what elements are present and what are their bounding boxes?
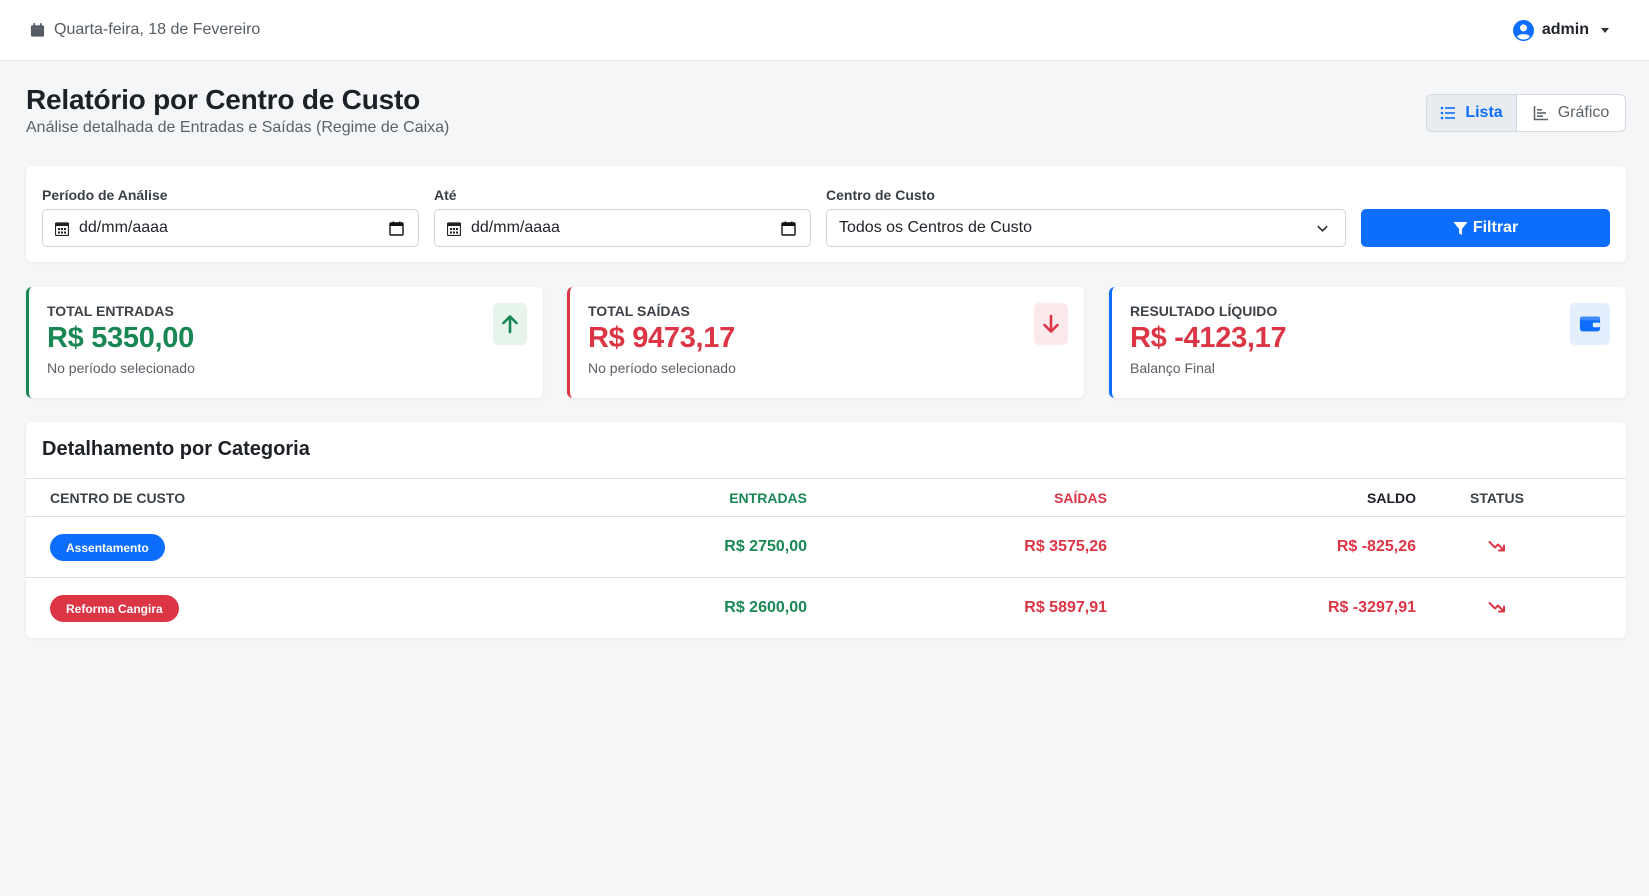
- chart-view-button[interactable]: Gráfico: [1517, 95, 1625, 131]
- stat-note: Balanço Final: [1130, 360, 1215, 376]
- username: admin: [1541, 21, 1589, 38]
- cost-center-select[interactable]: Todos os Centros de Custo: [826, 209, 1346, 247]
- view-toggle: Lista Gráfico: [1426, 94, 1626, 132]
- trend-down-icon: [1488, 539, 1506, 555]
- table-row: Assentamento R$ 2750,00 R$ 3575,26 R$ -8…: [26, 517, 1626, 578]
- stat-value: R$ -4123,17: [1130, 322, 1287, 354]
- page-title: Relatório por Centro de Custo: [26, 84, 420, 115]
- list-view-label: Lista: [1465, 104, 1503, 121]
- filter-button-label: Filtrar: [1472, 219, 1519, 236]
- top-navbar: Quarta-feira, 18 de Fevereiro admin: [0, 0, 1649, 61]
- arrow-up-icon: [493, 303, 527, 345]
- date-picker-icon[interactable]: [389, 221, 404, 236]
- cost-center-label: Centro de Custo: [826, 187, 935, 203]
- stat-card-saidas: Total Saídas R$ 9473,17 No período selec…: [567, 287, 1084, 398]
- chevron-down-icon: [1317, 225, 1328, 232]
- stat-label: Resultado Líquido: [1130, 303, 1278, 319]
- table-row: Reforma Cangira R$ 2600,00 R$ 5897,91 R$…: [26, 578, 1626, 638]
- calendar-icon: [447, 221, 461, 236]
- cost-center-badge: Reforma Cangira: [50, 595, 179, 622]
- filter-button[interactable]: Filtrar: [1361, 209, 1610, 247]
- page-subtitle: Análise detalhada de Entradas e Saídas (…: [26, 119, 450, 136]
- cost-center-badge: Assentamento: [50, 534, 165, 561]
- stat-card-resultado: Resultado Líquido R$ -4123,17 Balanço Fi…: [1109, 287, 1626, 398]
- period-start-value: dd/mm/aaaa: [79, 219, 168, 236]
- cell-entradas: R$ 2600,00: [724, 599, 807, 616]
- table-header: CENTRO DE CUSTO ENTRADAS SAÍDAS SALDO ST…: [26, 479, 1626, 517]
- stat-label: Total Entradas: [47, 303, 174, 319]
- chevron-down-icon: [1601, 27, 1609, 33]
- until-label: Até: [434, 187, 457, 203]
- chart-view-label: Gráfico: [1557, 104, 1610, 121]
- cell-saldo: R$ -825,26: [1336, 538, 1416, 555]
- list-icon: [1441, 106, 1456, 120]
- current-date: Quarta-feira, 18 de Fevereiro: [30, 21, 260, 39]
- stat-label: Total Saídas: [588, 303, 690, 319]
- col-header-entradas: ENTRADAS: [729, 490, 807, 506]
- col-header-saldo: SALDO: [1367, 490, 1416, 506]
- col-header-cost-center: CENTRO DE CUSTO: [50, 490, 186, 506]
- period-end-input[interactable]: dd/mm/aaaa: [434, 209, 811, 247]
- col-header-saidas: SAÍDAS: [1054, 490, 1107, 506]
- page-header: Relatório por Centro de Custo Análise de…: [26, 84, 449, 137]
- category-table-card: Detalhamento por Categoria CENTRO DE CUS…: [26, 422, 1626, 638]
- cell-saidas: R$ 5897,91: [1024, 599, 1107, 616]
- stat-note: No período selecionado: [47, 360, 195, 376]
- current-date-text: Quarta-feira, 18 de Fevereiro: [54, 21, 261, 38]
- period-start-input[interactable]: dd/mm/aaaa: [42, 209, 419, 247]
- calendar-icon: [55, 221, 69, 236]
- arrow-down-icon: [1034, 303, 1068, 345]
- stat-value: R$ 5350,00: [47, 322, 194, 354]
- filter-icon: [1453, 221, 1468, 235]
- date-picker-icon[interactable]: [781, 221, 796, 236]
- filter-card: Período de Análise dd/mm/aaaa Até dd/mm/…: [26, 166, 1626, 262]
- cell-entradas: R$ 2750,00: [724, 538, 807, 555]
- stat-card-entradas: Total Entradas R$ 5350,00 No período sel…: [26, 287, 543, 398]
- wallet-icon: [1570, 303, 1610, 345]
- bar-chart-icon: [1533, 106, 1548, 121]
- period-end-value: dd/mm/aaaa: [471, 219, 560, 236]
- user-circle-icon: [1512, 19, 1534, 41]
- stat-note: No período selecionado: [588, 360, 736, 376]
- user-menu[interactable]: admin: [1512, 19, 1609, 41]
- stat-value: R$ 9473,17: [588, 322, 735, 354]
- cost-center-selected: Todos os Centros de Custo: [839, 219, 1032, 236]
- trend-down-icon: [1488, 600, 1506, 616]
- cell-saidas: R$ 3575,26: [1024, 538, 1107, 555]
- col-header-status: STATUS: [1470, 490, 1524, 506]
- calendar-icon: [30, 22, 45, 37]
- table-title: Detalhamento por Categoria: [26, 422, 1626, 479]
- period-label: Período de Análise: [42, 187, 168, 203]
- list-view-button[interactable]: Lista: [1427, 95, 1517, 131]
- cell-saldo: R$ -3297,91: [1327, 599, 1416, 616]
